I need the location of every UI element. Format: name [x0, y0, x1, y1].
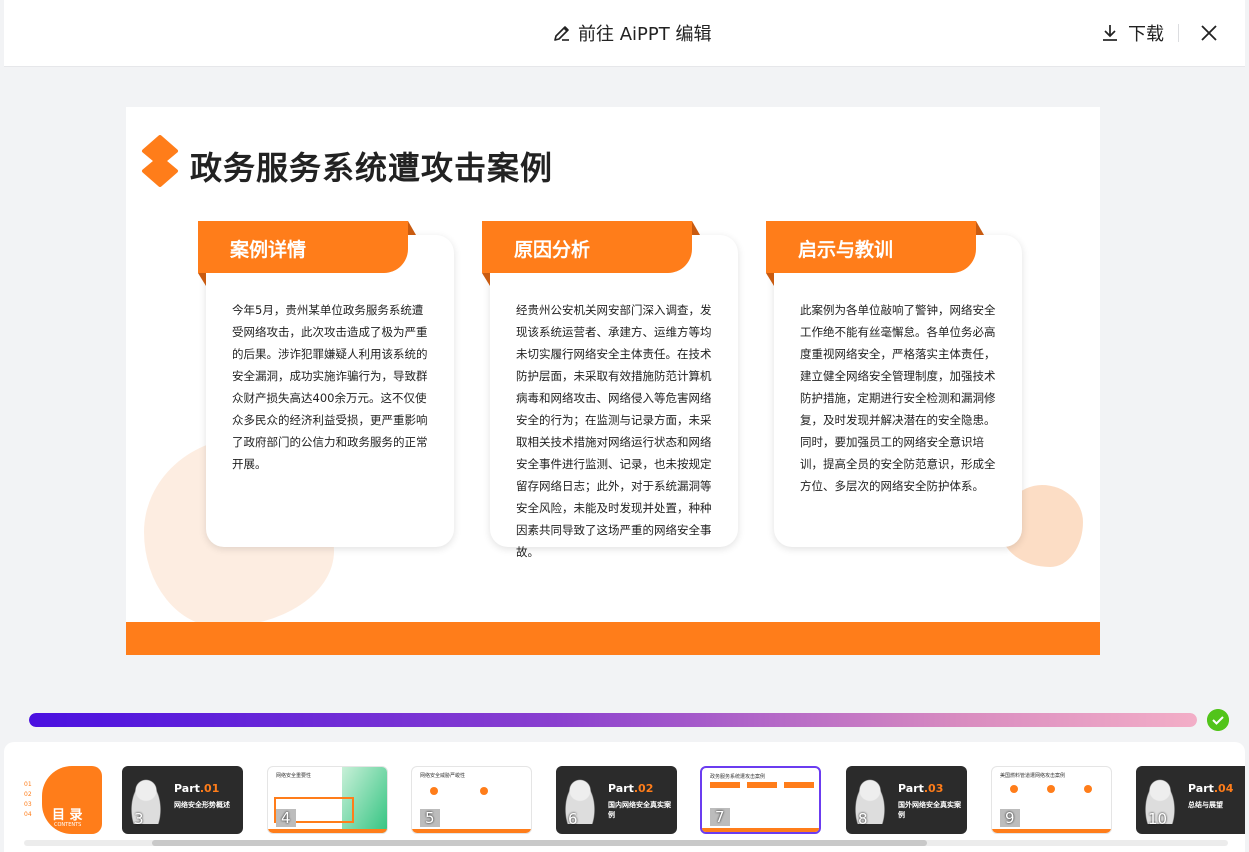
thumbnail-dot	[480, 787, 488, 795]
thumbnail-slide-4[interactable]: 网络安全重要性 4	[267, 766, 388, 834]
slide-number: 10	[1148, 810, 1168, 828]
generation-progress-bar	[29, 713, 1197, 727]
card-heading: 原因分析	[482, 221, 700, 286]
thumbnail-title: 网络安全威胁严峻性	[420, 773, 466, 779]
part-subtitle: 国内网络安全真实案例	[608, 801, 671, 819]
download-label: 下载	[1128, 24, 1164, 45]
thumbnail-strip-bar	[268, 829, 387, 833]
part-subtitle: 国外网络安全真实案例	[898, 801, 961, 819]
thumbnail-dot	[1010, 785, 1018, 793]
thumbnail-slide-8[interactable]: Part.03 国外网络安全真实案例 8	[846, 766, 967, 834]
card-heading: 案例详情	[198, 221, 416, 286]
part-label: Part.03	[898, 782, 944, 795]
pencil-icon	[554, 26, 569, 41]
part-label: Part.02	[608, 782, 654, 795]
top-bar: 前往 AiPPT 编辑 下载	[4, 0, 1245, 67]
thumbnail-slide-6[interactable]: Part.02 国内网络安全真实案例 6	[556, 766, 677, 834]
thumbnail-slide-5[interactable]: 网络安全威胁严峻性 5	[411, 766, 532, 834]
card-cause-analysis: 原因分析 经贵州公安机关网安部门深入调查，发现该系统运营者、承建方、运维方等均未…	[482, 221, 738, 559]
slide-thumbnail-strip: 01 02 03 04 目 录 CONTENTS Part.01 网络安全形势概…	[4, 742, 1245, 852]
thumbnail-title: 网络安全重要性	[276, 773, 312, 779]
thumbnail-dot	[1084, 785, 1092, 793]
check-circle-icon	[1207, 709, 1229, 731]
slide-number: 7	[710, 808, 730, 826]
edit-label: 前往 AiPPT 编辑	[578, 24, 712, 45]
toc-numbers: 01 02 03 04	[24, 781, 32, 818]
thumbnail-strip-bar	[412, 829, 531, 833]
slide-number: 9	[1000, 809, 1020, 827]
thumbnail-title: 政务服务系统遭攻击案例	[710, 774, 766, 780]
card-case-details: 案例详情 今年5月，贵州某单位政务服务系统遭受网络攻击，此次攻击造成了极为严重的…	[198, 221, 454, 547]
slide-number: 6	[568, 810, 578, 828]
part-subtitle: 总结与展望	[1188, 801, 1223, 809]
thumbnail-box	[747, 782, 777, 788]
thumbnail-slide-3[interactable]: Part.01 网络安全形势概述 3	[122, 766, 243, 834]
download-icon	[1103, 25, 1117, 41]
thumbnail-dot	[1047, 785, 1055, 793]
toc-title: 目 录	[52, 808, 83, 823]
card-text: 今年5月，贵州某单位政务服务系统遭受网络攻击，此次攻击造成了极为严重的后果。涉诈…	[232, 303, 428, 471]
thumbnail-toc[interactable]: 01 02 03 04 目 录 CONTENTS	[24, 766, 104, 834]
part-label: Part.04	[1188, 782, 1234, 795]
part-label: Part.01	[174, 782, 220, 795]
slide-number: 4	[276, 809, 296, 827]
thumbnail-slide-7[interactable]: 政务服务系统遭攻击案例 7	[700, 766, 821, 834]
slide-preview: 政务服务系统遭攻击案例 案例详情 今年5月，贵州某单位政务服务系统遭受网络攻击，…	[126, 107, 1100, 655]
progress-fill	[29, 713, 1197, 727]
part-subtitle: 网络安全形势概述	[174, 801, 230, 809]
thumbnail-title: 美国燃料管道遭网络攻击案例	[1000, 773, 1066, 779]
thumbnail-scrollbar[interactable]	[152, 840, 927, 846]
slide-number: 8	[858, 810, 868, 828]
edit-in-aippt-button[interactable]: 前往 AiPPT 编辑	[552, 20, 711, 46]
card-lessons: 启示与教训 此案例为各单位敲响了警钟，网络安全工作绝不能有丝毫懈怠。各单位务必高…	[766, 221, 1022, 547]
thumbnail-dot	[430, 787, 438, 795]
slide-title: 政务服务系统遭攻击案例	[190, 149, 554, 187]
card-heading: 启示与教训	[766, 221, 984, 286]
slide-number: 3	[134, 810, 144, 828]
divider	[1178, 24, 1179, 42]
slide-footer-bar	[126, 622, 1100, 655]
title-diamond-icon	[142, 135, 178, 187]
card-text: 此案例为各单位敲响了警钟，网络安全工作绝不能有丝毫懈怠。各单位务必高度重视网络安…	[800, 303, 996, 493]
close-icon[interactable]	[1197, 21, 1221, 45]
download-button[interactable]: 下载	[1100, 20, 1164, 46]
thumbnail-box	[784, 782, 814, 788]
thumbnail-slide-9[interactable]: 美国燃料管道遭网络攻击案例 9	[991, 766, 1112, 834]
thumbnail-slide-10[interactable]: Part.04 总结与展望 10	[1136, 766, 1245, 834]
thumbnail-strip-bar	[992, 829, 1111, 833]
toc-subtitle: CONTENTS	[54, 822, 82, 828]
slide-number: 5	[420, 809, 440, 827]
thumbnail-box	[710, 782, 740, 788]
card-text: 经贵州公安机关网安部门深入调查，发现该系统运营者、承建方、运维方等均未切实履行网…	[516, 303, 712, 559]
thumbnail-strip-bar	[702, 828, 819, 832]
